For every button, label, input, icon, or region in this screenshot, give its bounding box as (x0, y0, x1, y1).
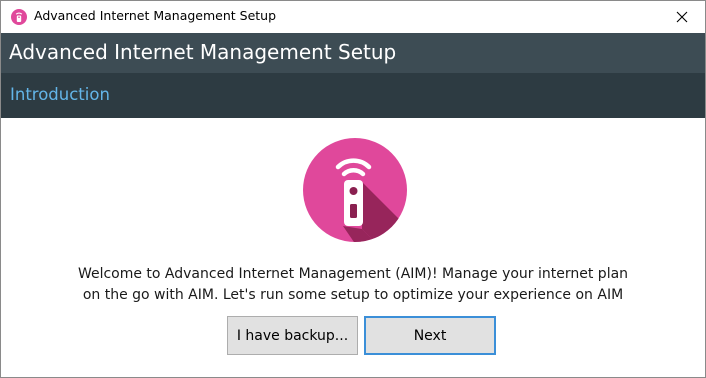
close-icon (676, 11, 688, 23)
welcome-line-2: on the go with AIM. Let's run some setup… (82, 287, 624, 303)
header-band: Advanced Internet Management Setup (1, 33, 705, 73)
app-remote-wifi-icon (11, 9, 27, 25)
hero-remote-wifi-icon (303, 138, 407, 242)
welcome-line-1: Welcome to Advanced Internet Management … (77, 266, 629, 282)
step-band: Introduction (1, 73, 705, 118)
setup-window: Advanced Internet Management Setup Advan… (0, 0, 706, 378)
step-title: Introduction (10, 85, 110, 104)
i-have-backup-button[interactable]: I have backup... (227, 316, 358, 355)
window-title: Advanced Internet Management Setup (34, 8, 277, 23)
title-bar: Advanced Internet Management Setup (1, 1, 705, 33)
next-button[interactable]: Next (364, 316, 496, 355)
close-button[interactable] (659, 1, 705, 33)
welcome-message: Welcome to Advanced Internet Management … (61, 264, 645, 306)
header-title: Advanced Internet Management Setup (9, 40, 397, 64)
